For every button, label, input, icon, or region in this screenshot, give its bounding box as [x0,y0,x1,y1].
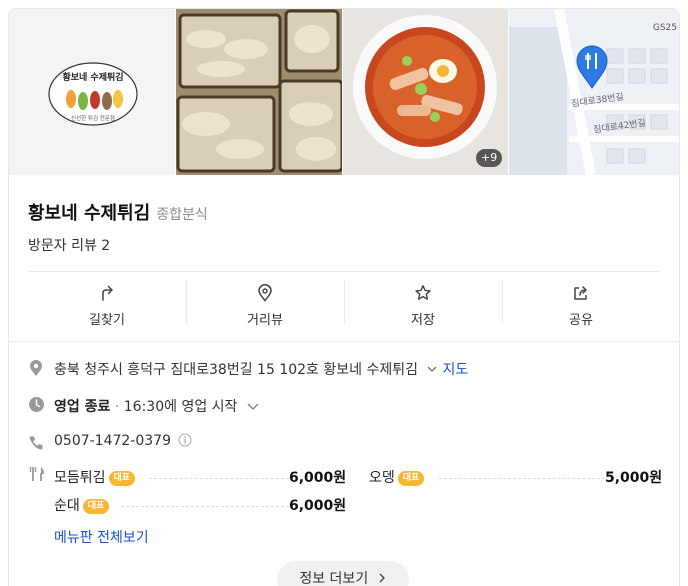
fried-food-photo[interactable] [175,9,342,175]
save-button[interactable]: 저장 [344,272,502,336]
share-icon [574,286,587,300]
phone-number[interactable]: 0507-1472-0379 [54,433,171,449]
directions-label: 길찾기 [89,313,125,328]
share-label: 공유 [569,313,593,328]
save-label: 저장 [411,313,435,328]
divider [9,341,679,342]
dotted-leader [439,478,605,479]
place-card: 황보네 수제튀김 신선한 튀김 전문점 +9 GS25 짐대로38번길 짐대로4… [8,8,680,586]
more-info-label: 정보 더보기 [299,571,369,586]
svg-text:황보네 수제튀김: 황보네 수제튀김 [62,71,123,83]
menu-item[interactable]: 순대 대표 [54,495,110,515]
hours-next-open: 16:30에 영업 시작 [123,399,238,415]
clock-icon [29,397,44,412]
menu-item-price: 6,000원 [289,470,347,486]
utensils-icon [29,467,44,481]
directions-button[interactable]: 길찾기 [28,272,186,336]
location-pin-icon [30,360,42,376]
share-button[interactable]: 공유 [502,272,660,336]
signature-badge: 대표 [397,471,425,486]
menu-item[interactable]: 오뎅 대표 [369,467,425,487]
view-full-menu-link[interactable]: 메뉴판 전체보기 [54,527,149,547]
store-logo: 황보네 수제튀김 신선한 튀김 전문점 [47,61,139,127]
info-icon[interactable] [178,433,192,447]
dotted-leader [121,506,289,507]
chevron-down-icon[interactable] [426,364,438,374]
tteokbokki-photo[interactable]: +9 [342,9,509,175]
menu-item-price: 5,000원 [605,470,663,486]
hours-status: 영업 종료 [54,399,111,415]
more-photos-badge: +9 [476,149,503,167]
visitor-reviews-link[interactable]: 방문자 리뷰 2 [28,235,110,255]
signature-badge: 대표 [108,471,136,486]
action-bar: 길찾기 거리뷰 저장 공유 [28,272,660,336]
map-pin-icon [575,45,609,93]
address-text: 충북 청주시 흥덕구 짐대로38번길 15 102호 황보네 수제튀김 [54,362,418,378]
dotted-leader [149,478,289,479]
more-info-button[interactable]: 정보 더보기 [277,561,409,586]
title-row: 황보네 수제튀김 종합분식 [28,199,208,225]
map-thumbnail[interactable]: GS25 짐대로38번길 짐대로42번길 [509,9,679,175]
street-view-button[interactable]: 거리뷰 [186,272,344,336]
menu-item-name: 오뎅 [369,470,395,486]
street-view-label: 거리뷰 [247,313,283,328]
place-category: 종합분식 [156,207,208,223]
hours-separator: · [114,399,120,415]
photo-strip: 황보네 수제튀김 신선한 튀김 전문점 +9 GS25 짐대로38번길 짐대로4… [9,9,679,175]
logo-photo[interactable]: 황보네 수제튀김 신선한 튀김 전문점 [9,9,175,175]
place-name[interactable]: 황보네 수제튀김 [28,203,150,224]
menu-item-name: 모듬튀김 [54,470,106,486]
menu-item-price: 6,000원 [289,498,347,514]
directions-icon [102,285,113,301]
chevron-right-icon [379,573,385,583]
signature-badge: 대표 [82,499,110,514]
gs25-map-label: GS25 [652,23,677,33]
map-link[interactable]: 지도 [442,362,468,378]
menu-item[interactable]: 모듬튀김 대표 [54,467,136,487]
location-pin-icon [258,284,272,302]
menu-item-name: 순대 [54,498,80,514]
phone-icon [29,436,43,450]
svg-text:신선한 튀김 전문점: 신선한 튀김 전문점 [71,114,115,122]
chevron-down-icon[interactable] [246,401,260,411]
star-icon [415,285,431,300]
